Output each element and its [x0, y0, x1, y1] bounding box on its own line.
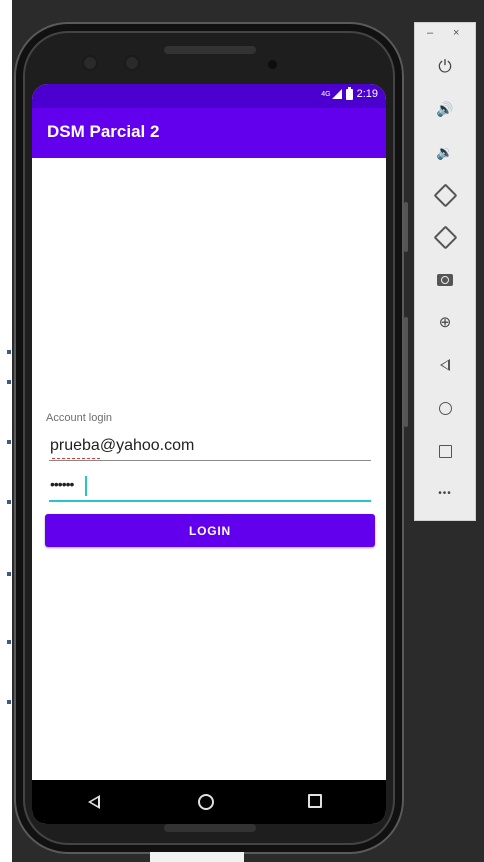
ide-editor-strip — [0, 0, 12, 862]
spellcheck-underline — [52, 456, 100, 459]
status-bar: 4G 2:19 — [32, 84, 386, 108]
status-icons: 4G 2:19 — [321, 86, 378, 100]
front-camera-icon — [84, 57, 96, 69]
overview-glyph — [438, 444, 452, 458]
screenshot-icon[interactable] — [415, 262, 475, 298]
rotate-right-icon[interactable] — [415, 219, 475, 255]
home-glyph — [438, 401, 452, 415]
account-login-label: Account login — [46, 412, 113, 424]
ide-gutter-mark — [7, 640, 11, 644]
emulator-toolbar: – × ⏻ 🔊 🔉 ⊕ ••• — [414, 22, 476, 521]
nav-recents-icon[interactable] — [308, 794, 322, 808]
ide-gutter-mark — [7, 700, 11, 704]
home-icon[interactable] — [415, 390, 475, 426]
volume-down-icon[interactable]: 🔉 — [415, 134, 475, 170]
camera-glyph — [437, 274, 453, 286]
nav-back-icon[interactable] — [88, 795, 100, 809]
email-value: prueba@yahoo.com — [50, 437, 195, 454]
nav-home-icon[interactable] — [198, 794, 214, 810]
zoom-icon[interactable]: ⊕ — [415, 304, 475, 340]
signal-icon — [331, 89, 342, 99]
text-cursor — [85, 476, 87, 496]
login-button[interactable]: LOGIN — [45, 514, 375, 547]
power-side-button — [404, 317, 408, 427]
ide-gutter-mark — [7, 572, 11, 576]
back-icon[interactable] — [415, 347, 475, 383]
battery-icon — [345, 86, 353, 100]
app-bar: DSM Parcial 2 — [32, 108, 386, 158]
device-screen: 4G 2:19 DSM Parcial 2 Account login prue… — [32, 84, 386, 824]
window-edge — [150, 852, 244, 862]
overview-icon[interactable] — [415, 433, 475, 469]
rotate-left-glyph — [432, 182, 458, 208]
ide-gutter-mark — [7, 500, 11, 504]
front-camera-icon — [126, 57, 138, 69]
rotate-left-icon[interactable] — [415, 177, 475, 213]
navigation-bar — [32, 780, 386, 824]
ide-gutter-mark — [7, 350, 11, 354]
minimize-button[interactable]: – — [427, 27, 433, 39]
volume-up-icon[interactable]: 🔊 — [415, 91, 475, 127]
back-glyph — [440, 359, 450, 371]
password-value: •••••• — [50, 476, 74, 492]
ide-gutter-mark — [7, 440, 11, 444]
status-time: 2:19 — [356, 88, 378, 100]
network-type: 4G — [321, 90, 331, 98]
volume-side-button — [404, 202, 408, 252]
power-icon[interactable]: ⏻ — [415, 49, 475, 85]
password-field[interactable]: •••••• — [49, 474, 371, 502]
device-frame: 4G 2:19 DSM Parcial 2 Account login prue… — [14, 22, 408, 854]
app-title: DSM Parcial 2 — [47, 122, 160, 141]
earpiece-speaker — [164, 46, 256, 54]
bottom-speaker — [164, 824, 256, 832]
ide-gutter-mark — [7, 380, 11, 384]
email-field[interactable]: prueba@yahoo.com — [49, 434, 371, 461]
proximity-sensor — [268, 60, 277, 69]
close-button[interactable]: × — [453, 27, 459, 39]
rotate-right-glyph — [432, 224, 458, 250]
more-icon[interactable]: ••• — [415, 475, 475, 511]
